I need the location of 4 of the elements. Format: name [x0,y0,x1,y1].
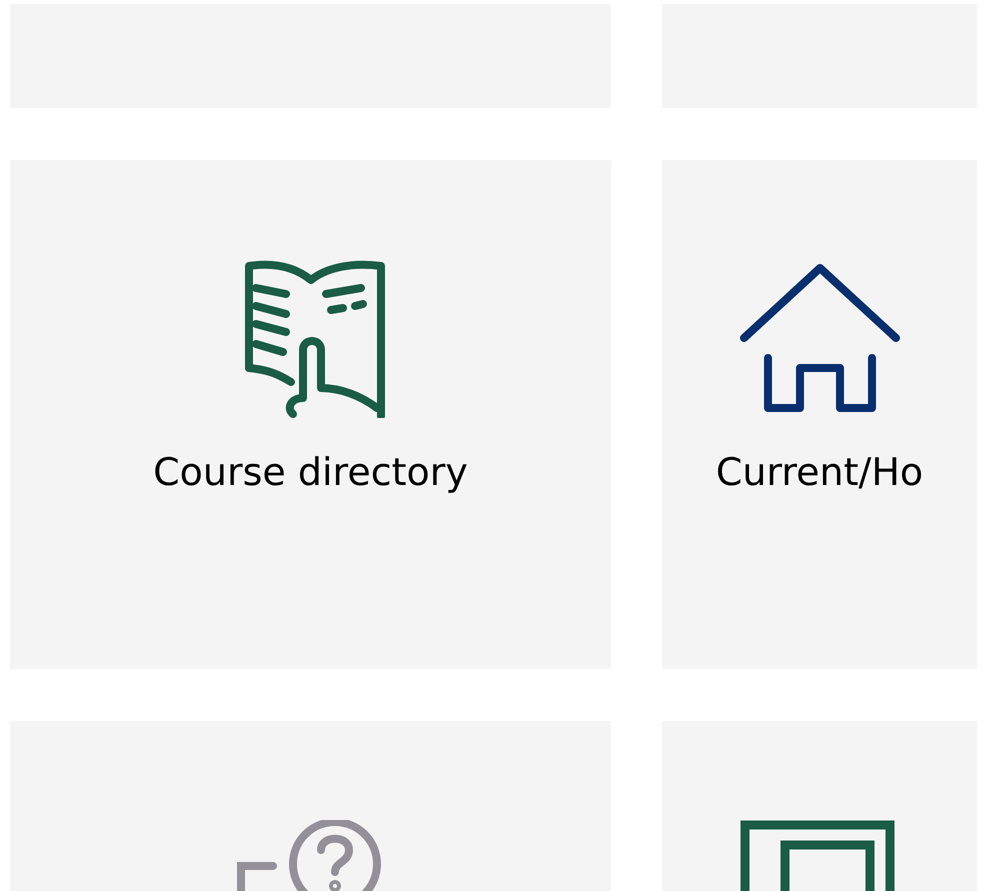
tile-card[interactable]: Current/Ho [662,160,977,669]
tile-label: Current/Ho [716,450,924,494]
tile-card[interactable]: Course directory [10,160,611,669]
tile-label: Course directory [153,450,468,494]
